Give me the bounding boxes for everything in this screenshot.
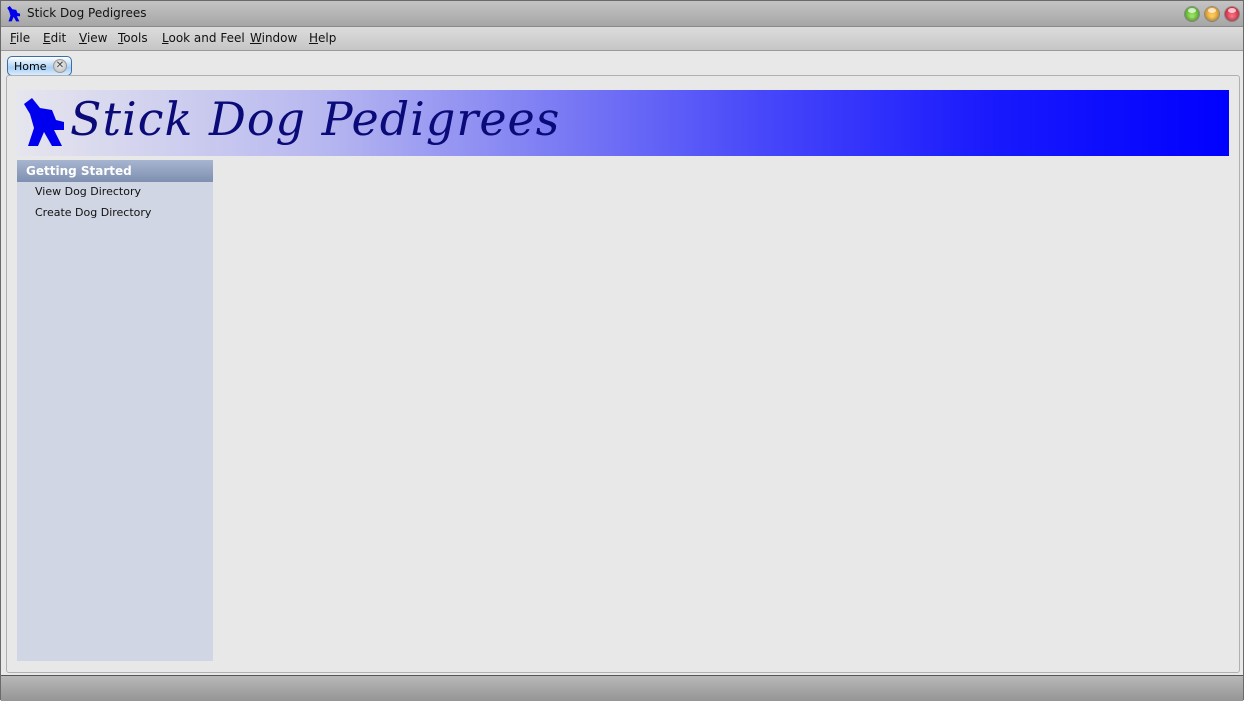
menu-window[interactable]: Window <box>250 31 297 45</box>
menu-help[interactable]: Help <box>309 31 336 45</box>
tab-home-label: Home <box>14 60 47 73</box>
menu-view[interactable]: View <box>79 31 107 45</box>
menu-bar: File Edit View Tools Look and Feel Windo… <box>1 27 1243 51</box>
close-tab-icon[interactable]: ✕ <box>53 59 67 73</box>
tab-home[interactable]: Home ✕ <box>7 56 72 76</box>
minimize-button[interactable] <box>1205 7 1219 21</box>
task-sidebar: Getting Started View Dog Directory Creat… <box>17 160 213 661</box>
stick-dog-logo-icon <box>24 98 64 146</box>
sidebar-header-getting-started[interactable]: Getting Started <box>17 160 213 182</box>
window-title: Stick Dog Pedigrees <box>27 6 147 20</box>
menu-file[interactable]: File <box>10 31 30 45</box>
application-window: Stick Dog Pedigrees File Edit View Tools… <box>0 0 1244 701</box>
view-dog-directory-link[interactable]: View Dog Directory <box>35 185 141 198</box>
maximize-button[interactable] <box>1185 7 1199 21</box>
create-dog-directory-link[interactable]: Create Dog Directory <box>35 206 151 219</box>
banner-title: Stick Dog Pedigrees <box>70 92 561 146</box>
banner: Stick Dog Pedigrees <box>16 90 1229 156</box>
tab-strip: Home ✕ <box>1 52 1243 76</box>
stick-dog-icon <box>7 6 21 22</box>
menu-edit[interactable]: Edit <box>43 31 66 45</box>
sidebar-header-label: Getting Started <box>26 164 132 178</box>
menu-look-and-feel[interactable]: Look and Feel <box>162 31 245 45</box>
menu-tools[interactable]: Tools <box>118 31 148 45</box>
close-button[interactable] <box>1225 7 1239 21</box>
title-bar[interactable]: Stick Dog Pedigrees <box>1 1 1243 27</box>
status-bar <box>1 675 1243 701</box>
